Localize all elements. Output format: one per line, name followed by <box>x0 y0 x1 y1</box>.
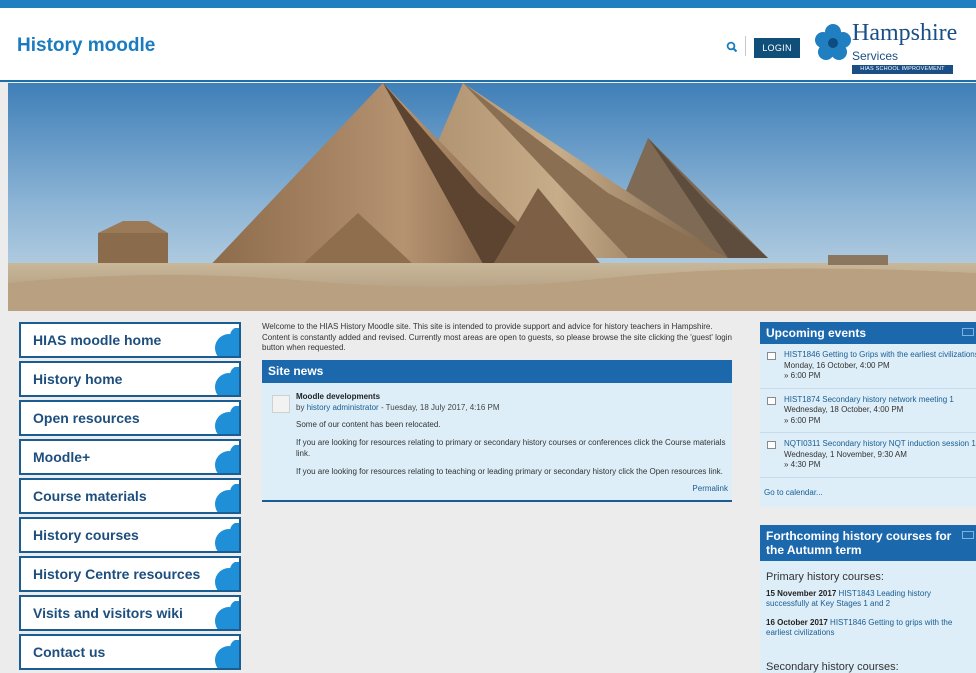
post-paragraph: Some of our content has been relocated. <box>296 419 441 429</box>
nav-item-visits-and-visitors-wiki[interactable]: Visits and visitors wiki <box>19 595 241 631</box>
hampshire-logo[interactable]: Hampshire Services HIAS SCHOOL IMPROVEME… <box>815 20 958 78</box>
event-date: Wednesday, 1 November, 9:30 AM <box>784 449 907 459</box>
petal-icon <box>215 445 239 473</box>
collapse-block-icon[interactable] <box>962 328 974 336</box>
go-to-calendar-link[interactable]: Go to calendar... <box>760 478 976 507</box>
nav-item-label: Course materials <box>33 488 147 504</box>
permalink-link[interactable]: Permalink <box>296 484 728 493</box>
petal-icon <box>215 328 239 356</box>
left-navigation: HIAS moodle home History home Open resou… <box>19 322 241 673</box>
event-title[interactable]: HIST1874 Secondary history network meeti… <box>784 395 972 406</box>
forthcoming-courses-block: Forthcoming history courses for the Autu… <box>760 524 976 673</box>
nav-item-label: Contact us <box>33 644 106 660</box>
post-paragraph: If you are looking for resources relatin… <box>296 467 723 476</box>
post-title: Moodle developments <box>296 391 381 401</box>
post-byline: by history administrator - Tuesday, 18 J… <box>296 403 728 412</box>
site-title[interactable]: History moodle <box>17 35 155 57</box>
pyramids-banner-image <box>8 83 976 311</box>
search-icon[interactable] <box>726 41 738 53</box>
logo-name: Hampshire <box>852 20 958 46</box>
welcome-text: Welcome to the HIAS History Moodle site.… <box>262 322 732 352</box>
event-item: NQTI0311 Secondary history NQT induction… <box>760 433 976 478</box>
nav-item-moodle-plus[interactable]: Moodle+ <box>19 439 241 475</box>
site-news-heading: Site news <box>262 359 732 383</box>
nav-item-open-resources[interactable]: Open resources <box>19 400 241 436</box>
nav-item-label: History Centre resources <box>33 566 201 582</box>
main-content: Welcome to the HIAS History Moodle site.… <box>262 322 732 502</box>
event-end: » 6:00 PM <box>784 415 821 425</box>
event-date: Monday, 16 October, 4:00 PM <box>784 360 890 370</box>
logo-services: Services <box>852 49 899 63</box>
nav-item-history-centre-resources[interactable]: History Centre resources <box>19 556 241 592</box>
nav-item-course-materials[interactable]: Course materials <box>19 478 241 514</box>
top-accent-strip <box>0 0 976 8</box>
block-title: Forthcoming history courses for the Autu… <box>766 528 952 557</box>
event-end: » 4:30 PM <box>784 460 821 469</box>
site-news-block: Site news Moodle developments by history… <box>262 359 732 502</box>
nav-item-label: Open resources <box>33 410 140 426</box>
nav-item-contact-us[interactable]: Contact us <box>19 634 241 670</box>
course-date: 16 October 2017 <box>766 617 828 627</box>
upcoming-events-heading: Upcoming events <box>760 322 976 344</box>
primary-courses-heading: Primary history courses: <box>766 570 884 583</box>
nav-item-label: History home <box>33 371 123 387</box>
nav-item-label: HIAS moodle home <box>33 332 162 348</box>
post-author-link[interactable]: history administrator <box>307 403 379 412</box>
event-item: HIST1846 Getting to Grips with the earli… <box>760 344 976 389</box>
site-header: History moodle LOGIN Hampshire Services … <box>0 8 976 82</box>
petal-icon <box>215 406 239 434</box>
petal-icon <box>215 523 239 551</box>
login-button[interactable]: LOGIN <box>754 38 800 58</box>
event-end: » 6:00 PM <box>784 371 821 380</box>
petal-icon <box>215 367 239 395</box>
post-date: - Tuesday, 18 July 2017, 4:16 PM <box>378 402 500 412</box>
logo-tagline: HIAS SCHOOL IMPROVEMENT <box>852 65 953 74</box>
forthcoming-courses-heading: Forthcoming history courses for the Autu… <box>760 524 976 561</box>
petal-icon <box>215 601 239 629</box>
flower-logo-icon <box>815 24 851 60</box>
event-date: Wednesday, 18 October, 4:00 PM <box>784 405 904 414</box>
secondary-courses-heading: Secondary history courses: <box>766 660 899 673</box>
event-title[interactable]: NQTI0311 Secondary history NQT induction… <box>784 439 976 450</box>
nav-item-label: Visits and visitors wiki <box>33 605 183 621</box>
nav-item-history-home[interactable]: History home <box>19 361 241 397</box>
right-sidebar: Upcoming events HIST1846 Getting to Grip… <box>760 322 976 673</box>
nav-item-label: History courses <box>33 527 139 543</box>
petal-icon <box>215 484 239 512</box>
calendar-icon <box>767 396 776 405</box>
event-item: HIST1874 Secondary history network meeti… <box>760 389 976 433</box>
calendar-icon <box>767 352 776 360</box>
petal-icon <box>215 562 239 590</box>
header-divider <box>745 36 746 56</box>
post-paragraph: If you are looking for resources relatin… <box>296 438 726 458</box>
nav-item-hias-moodle-home[interactable]: HIAS moodle home <box>19 322 241 358</box>
nav-item-history-courses[interactable]: History courses <box>19 517 241 553</box>
calendar-icon <box>767 441 776 449</box>
byline-prefix: by <box>296 402 305 412</box>
block-title: Upcoming events <box>766 326 867 340</box>
event-title[interactable]: HIST1846 Getting to Grips with the earli… <box>784 350 976 361</box>
upcoming-events-block: Upcoming events HIST1846 Getting to Grip… <box>760 322 976 507</box>
course-item: 15 November 2017 HIST1843 Leading histor… <box>760 585 976 614</box>
nav-item-label: Moodle+ <box>33 449 91 465</box>
news-post: Moodle developments by history administr… <box>262 383 732 500</box>
course-date: 15 November 2017 <box>766 588 837 598</box>
course-item: 16 October 2017 HIST1846 Getting to grip… <box>760 614 976 643</box>
petal-icon <box>215 640 239 668</box>
avatar[interactable] <box>272 394 290 413</box>
collapse-block-icon[interactable] <box>962 530 974 539</box>
